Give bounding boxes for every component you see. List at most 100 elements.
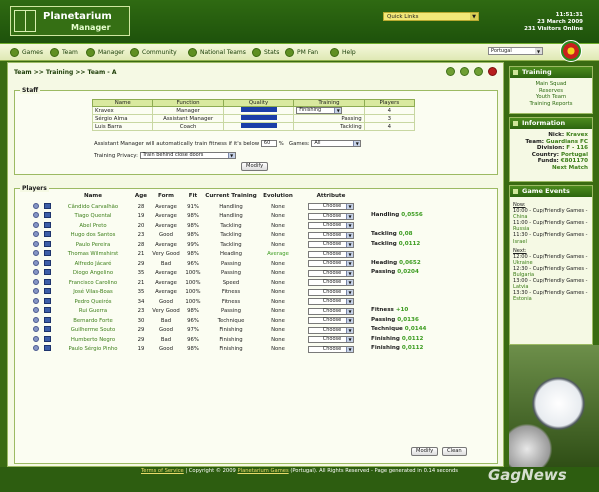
player-info-cell[interactable] bbox=[31, 316, 40, 326]
player-info-cell[interactable] bbox=[31, 269, 40, 279]
attribute-cell[interactable]: Choose ▼ bbox=[298, 269, 364, 279]
attribute-cell[interactable]: Choose ▼ bbox=[298, 250, 364, 260]
player-info-icon[interactable] bbox=[32, 212, 39, 219]
player-stats-cell[interactable] bbox=[40, 326, 54, 336]
player-stats-icon[interactable] bbox=[43, 345, 51, 352]
player-info-cell[interactable] bbox=[31, 231, 40, 241]
player-stats-cell[interactable] bbox=[40, 297, 54, 307]
player-stats-cell[interactable] bbox=[40, 231, 54, 241]
logo[interactable]: Planetarium Manager bbox=[10, 6, 130, 36]
staff-modify-button[interactable]: Modify bbox=[241, 162, 269, 171]
player-stats-icon[interactable] bbox=[43, 259, 51, 266]
attribute-select[interactable]: Choose ▼ bbox=[308, 203, 354, 211]
player-name[interactable]: Pedro Queirós bbox=[54, 297, 132, 307]
player-stats-cell[interactable] bbox=[40, 202, 54, 212]
player-info-icon[interactable] bbox=[32, 231, 39, 238]
player-info-cell[interactable] bbox=[31, 250, 40, 260]
player-info-icon[interactable] bbox=[32, 335, 39, 342]
event-item[interactable]: 11:30 - Cup/Friendly Games - bbox=[513, 232, 589, 238]
nav-item-team[interactable]: Team bbox=[50, 48, 78, 57]
attribute-cell[interactable]: Choose ▼ bbox=[298, 278, 364, 288]
player-name[interactable]: Thomas Wilmshirst bbox=[54, 250, 132, 260]
division-value[interactable]: F - 116 bbox=[566, 145, 588, 151]
player-stats-cell[interactable] bbox=[40, 345, 54, 355]
country-value[interactable]: Portugal bbox=[561, 152, 588, 158]
nick-value[interactable]: Kravex bbox=[566, 132, 588, 138]
player-info-cell[interactable] bbox=[31, 326, 40, 336]
nav-item-stats[interactable]: Stats bbox=[252, 48, 279, 57]
attribute-select[interactable]: Choose ▼ bbox=[308, 269, 354, 277]
player-info-cell[interactable] bbox=[31, 278, 40, 288]
nav-item-community[interactable]: Community bbox=[130, 48, 177, 57]
player-stats-icon[interactable] bbox=[43, 202, 51, 209]
attribute-cell[interactable]: Choose ▼ bbox=[298, 297, 364, 307]
player-stats-cell[interactable] bbox=[40, 288, 54, 298]
player-info-icon[interactable] bbox=[32, 240, 39, 247]
player-info-cell[interactable] bbox=[31, 345, 40, 355]
attribute-cell[interactable]: Choose ▼ bbox=[298, 345, 364, 355]
player-info-cell[interactable] bbox=[31, 307, 40, 317]
player-info-icon[interactable] bbox=[32, 221, 39, 228]
event-item[interactable]: 12:00 - Cup/Friendly Games - bbox=[513, 254, 589, 260]
attribute-select[interactable]: Choose ▼ bbox=[308, 241, 354, 249]
privacy-select[interactable]: Train behind close doors ▼ bbox=[139, 152, 236, 159]
fitness-threshold-input[interactable]: 60 bbox=[260, 140, 277, 147]
attribute-select[interactable]: Choose ▼ bbox=[308, 250, 354, 258]
player-name[interactable]: Francisco Carolino bbox=[54, 278, 132, 288]
player-stats-cell[interactable] bbox=[40, 240, 54, 250]
player-stats-icon[interactable] bbox=[43, 231, 51, 238]
player-info-icon[interactable] bbox=[32, 297, 39, 304]
attribute-cell[interactable]: Choose ▼ bbox=[298, 259, 364, 269]
attribute-cell[interactable]: Choose ▼ bbox=[298, 307, 364, 317]
player-stats-icon[interactable] bbox=[43, 221, 51, 228]
player-stats-icon[interactable] bbox=[43, 269, 51, 276]
attribute-cell[interactable]: Choose ▼ bbox=[298, 326, 364, 336]
player-name[interactable]: Guilherme Souto bbox=[54, 326, 132, 336]
player-name[interactable]: Paulo Pereira bbox=[54, 240, 132, 250]
player-stats-icon[interactable] bbox=[43, 212, 51, 219]
player-name[interactable]: Bernardo Forte bbox=[54, 316, 132, 326]
attribute-select[interactable]: Choose ▼ bbox=[308, 326, 354, 334]
player-stats-cell[interactable] bbox=[40, 221, 54, 231]
team-value[interactable]: Guardians FC bbox=[546, 139, 588, 145]
players-modify-button[interactable]: Modify bbox=[411, 447, 439, 456]
player-info-cell[interactable] bbox=[31, 221, 40, 231]
attribute-cell[interactable]: Choose ▼ bbox=[298, 335, 364, 345]
planetarium-games-link[interactable]: Planetarium Games bbox=[238, 468, 289, 474]
player-name[interactable]: Diogo Angelino bbox=[54, 269, 132, 279]
staff-training[interactable]: Finishing ▼ bbox=[293, 106, 365, 115]
training-select[interactable]: Finishing ▼ bbox=[296, 107, 343, 114]
training-link[interactable]: Training Reports bbox=[513, 101, 589, 108]
player-info-icon[interactable] bbox=[32, 250, 39, 257]
attribute-select[interactable]: Choose ▼ bbox=[308, 336, 354, 344]
player-stats-cell[interactable] bbox=[40, 259, 54, 269]
attribute-cell[interactable]: Choose ▼ bbox=[298, 212, 364, 222]
player-info-icon[interactable] bbox=[32, 278, 39, 285]
nav-item-manager[interactable]: Manager bbox=[86, 48, 124, 57]
player-info-cell[interactable] bbox=[31, 297, 40, 307]
player-name[interactable]: Hugo dos Santos bbox=[54, 231, 132, 241]
player-info-cell[interactable] bbox=[31, 335, 40, 345]
home-icon[interactable] bbox=[446, 67, 455, 76]
player-stats-cell[interactable] bbox=[40, 335, 54, 345]
attribute-select[interactable]: Choose ▼ bbox=[308, 288, 354, 296]
attribute-cell[interactable]: Choose ▼ bbox=[298, 240, 364, 250]
language-select[interactable]: Portugal ▼ bbox=[488, 47, 543, 55]
quick-links-select[interactable]: Quick Links ▼ bbox=[383, 12, 479, 21]
player-name[interactable]: Humberto Negro bbox=[54, 335, 132, 345]
attribute-select[interactable]: Choose ▼ bbox=[308, 231, 354, 239]
player-stats-icon[interactable] bbox=[43, 278, 51, 285]
attribute-select[interactable]: Choose ▼ bbox=[308, 345, 354, 353]
player-info-cell[interactable] bbox=[31, 212, 40, 222]
player-stats-icon[interactable] bbox=[43, 316, 51, 323]
player-stats-icon[interactable] bbox=[43, 250, 51, 257]
attribute-select[interactable]: Choose ▼ bbox=[308, 279, 354, 287]
player-name[interactable]: Cândido Carvalhão bbox=[54, 202, 132, 212]
player-stats-icon[interactable] bbox=[43, 335, 51, 342]
player-stats-cell[interactable] bbox=[40, 316, 54, 326]
player-info-cell[interactable] bbox=[31, 288, 40, 298]
back-icon[interactable] bbox=[460, 67, 469, 76]
player-name[interactable]: Alfredo Jácaré bbox=[54, 259, 132, 269]
games-select[interactable]: All ▼ bbox=[311, 140, 362, 147]
help-icon[interactable] bbox=[474, 67, 483, 76]
